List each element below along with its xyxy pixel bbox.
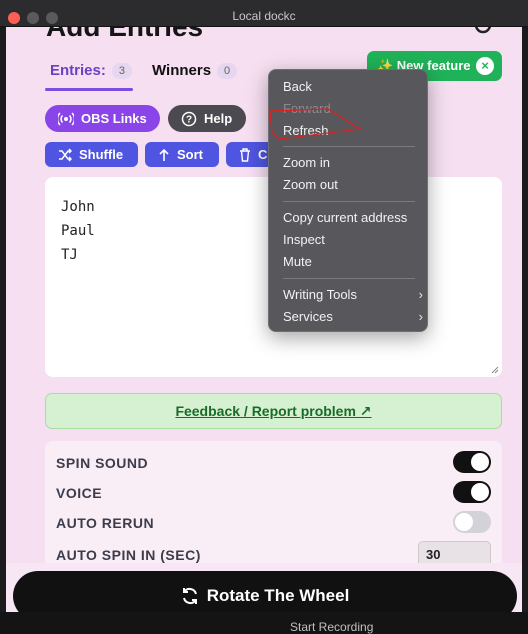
tab-entries-label: Entries: (50, 62, 106, 79)
active-tab-indicator (45, 88, 133, 91)
voice-label: VOICE (56, 485, 103, 501)
sort-button[interactable]: Sort (145, 142, 219, 167)
obs-links-label: OBS Links (81, 111, 147, 126)
tab-winners-label: Winners (152, 62, 212, 79)
menu-separator (283, 278, 415, 279)
menu-separator (283, 146, 415, 147)
shuffle-label: Shuffle (79, 147, 124, 162)
window-titlebar: Local dockc (0, 0, 528, 27)
feedback-link[interactable]: Feedback / Report problem ↗ (45, 393, 502, 429)
menu-item-copy-address[interactable]: Copy current address (283, 208, 423, 228)
spin-sound-label: SPIN SOUND (56, 455, 149, 471)
chevron-right-icon: › (418, 287, 423, 302)
menu-item-services[interactable]: Services › (283, 307, 423, 327)
page-title: Add Entries (46, 27, 203, 43)
menu-separator (283, 201, 415, 202)
toggle-knob (471, 483, 489, 501)
menu-item-back[interactable]: Back (283, 77, 423, 97)
menu-item-writing-tools[interactable]: Writing Tools › (283, 285, 423, 305)
rotate-wheel-label: Rotate The Wheel (206, 586, 350, 605)
context-menu: Back Forward Refresh Zoom in Zoom out Co… (268, 69, 428, 332)
spin-sound-toggle[interactable] (453, 451, 491, 473)
chevron-right-icon: › (418, 309, 423, 324)
refresh-icon (182, 587, 197, 605)
app-surface: Add Entries Entries: 3 Winners 0 OBS Lin… (6, 27, 522, 634)
settings-gear-icon[interactable] (472, 27, 494, 37)
menu-item-zoom-out[interactable]: Zoom out (283, 175, 423, 195)
menu-item-refresh[interactable]: Refresh (283, 121, 423, 141)
arrow-up-icon (159, 148, 169, 161)
services-label: Services (283, 309, 333, 324)
svg-text:?: ? (186, 114, 192, 125)
trash-icon (240, 147, 250, 162)
resize-grip-icon[interactable] (491, 366, 499, 374)
shuffle-icon (59, 147, 72, 162)
menu-item-zoom-in[interactable]: Zoom in (283, 153, 423, 173)
tab-entries[interactable]: Entries: 3 (50, 62, 132, 79)
toggle-knob (455, 513, 473, 531)
close-icon[interactable]: × (476, 57, 494, 75)
obs-links-button[interactable]: OBS Links (45, 105, 160, 132)
winners-count-badge: 0 (217, 62, 238, 79)
background-window (0, 612, 528, 634)
window-title: Local dockc (232, 9, 296, 23)
background-start-recording-text: Start Recording (290, 620, 374, 634)
help-icon: ? (181, 111, 197, 126)
clear-label: C (258, 147, 268, 162)
writing-tools-label: Writing Tools (283, 287, 357, 302)
menu-item-inspect[interactable]: Inspect (283, 230, 423, 250)
entries-count-badge: 3 (111, 62, 132, 79)
broadcast-icon (58, 111, 74, 126)
toggle-knob (471, 453, 489, 471)
help-label: Help (204, 111, 233, 126)
shuffle-button[interactable]: Shuffle (45, 142, 138, 167)
voice-toggle[interactable] (453, 481, 491, 503)
auto-spin-label: AUTO SPIN IN (SEC) (56, 547, 201, 563)
auto-rerun-toggle[interactable] (453, 511, 491, 533)
auto-rerun-label: AUTO RERUN (56, 515, 155, 531)
sort-label: Sort (177, 147, 203, 162)
tab-winners[interactable]: Winners 0 (152, 62, 238, 79)
help-button[interactable]: ? Help (168, 105, 246, 132)
menu-item-forward: Forward (283, 101, 331, 116)
menu-item-mute[interactable]: Mute (283, 252, 423, 272)
